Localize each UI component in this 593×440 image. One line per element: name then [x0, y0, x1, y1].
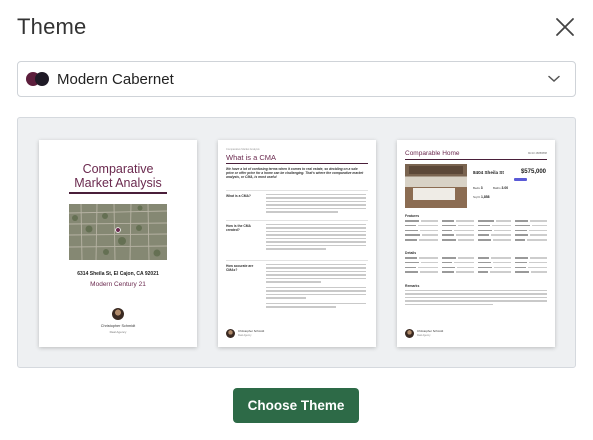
cover-divider — [69, 192, 167, 194]
close-button[interactable] — [551, 13, 579, 41]
cover-address: 6314 Sheila St, El Cajon, CA 92021 — [77, 271, 159, 277]
preview-page-comparable: Comparable Home MLS# 48888888 8404 Sheil… — [397, 140, 555, 347]
cover-subtitle: Modern Century 21 — [90, 281, 146, 288]
cma-intro: We have a lot of confusing terms when it… — [226, 167, 364, 180]
kitchen-photo — [405, 164, 467, 208]
cma-page-header: Comparative Market Analysis — [226, 148, 260, 151]
features-grid — [405, 220, 547, 244]
cover-company: Real Agency — [109, 330, 127, 334]
comparable-title-divider — [405, 159, 547, 160]
cma-title-divider — [226, 163, 368, 164]
preview-page-cma: Comparative Market Analysis What is a CM… — [218, 140, 376, 347]
agent-avatar — [226, 329, 235, 338]
swatch-secondary — [35, 72, 49, 86]
comparable-agent-name: Christopher Schmidt — [417, 329, 444, 333]
cma-page-title: What is a CMA — [226, 153, 277, 162]
section-text — [266, 224, 366, 252]
cma-section-label: How is the CMA created? — [226, 224, 251, 232]
dialog-title: Theme — [17, 14, 87, 39]
close-icon — [556, 18, 574, 36]
sqft-stat: Sq Ft 1,858 — [473, 195, 490, 199]
theme-select-value: Modern Cabernet — [57, 70, 174, 88]
comparable-mls: MLS# 48888888 — [527, 152, 547, 155]
baths-stat: Baths 3.00 — [493, 186, 509, 190]
details-grid — [405, 257, 547, 276]
section-divider — [226, 190, 368, 191]
status-badge — [514, 178, 527, 181]
section-text — [266, 264, 366, 310]
comparable-company: Real Agency — [417, 334, 431, 337]
section-divider — [226, 220, 368, 221]
preview-page-cover: Comparative Market Analysis 6314 Sheila … — [39, 140, 197, 347]
remarks-heading: Remarks — [405, 284, 420, 288]
cover-title: Comparative Market Analysis — [39, 162, 197, 190]
cma-agent-name: Christopher Schmidt — [238, 329, 265, 333]
comparable-address: 8404 Sheila St — [473, 170, 504, 175]
cma-section-label: How accurate are CMAs? — [226, 264, 254, 272]
agent-avatar — [112, 308, 124, 320]
choose-theme-button[interactable]: Choose Theme — [233, 388, 359, 423]
comparable-page-title: Comparable Home — [405, 150, 460, 157]
theme-swatches — [26, 72, 49, 86]
details-heading: Details — [405, 251, 417, 255]
cover-title-line2: Market Analysis — [74, 176, 162, 190]
cma-company: Real Agency — [238, 334, 252, 337]
cma-section-label: What is a CMA? — [226, 194, 251, 198]
theme-preview: Comparative Market Analysis 6314 Sheila … — [17, 117, 576, 368]
comparable-price: $575,000 — [520, 169, 546, 175]
agent-avatar — [405, 329, 414, 338]
cover-title-line1: Comparative — [82, 162, 154, 176]
theme-select[interactable]: Modern Cabernet — [17, 61, 576, 97]
section-divider — [226, 260, 368, 261]
cover-agent-name: Christopher Schmidt — [100, 324, 136, 328]
chevron-down-icon — [547, 72, 561, 86]
section-text — [266, 194, 366, 215]
dialog-header: Theme — [17, 10, 579, 44]
remarks-text — [405, 290, 547, 307]
aerial-map-image — [69, 204, 167, 260]
beds-stat: Beds 3 — [473, 186, 483, 190]
features-heading: Features — [405, 214, 420, 218]
